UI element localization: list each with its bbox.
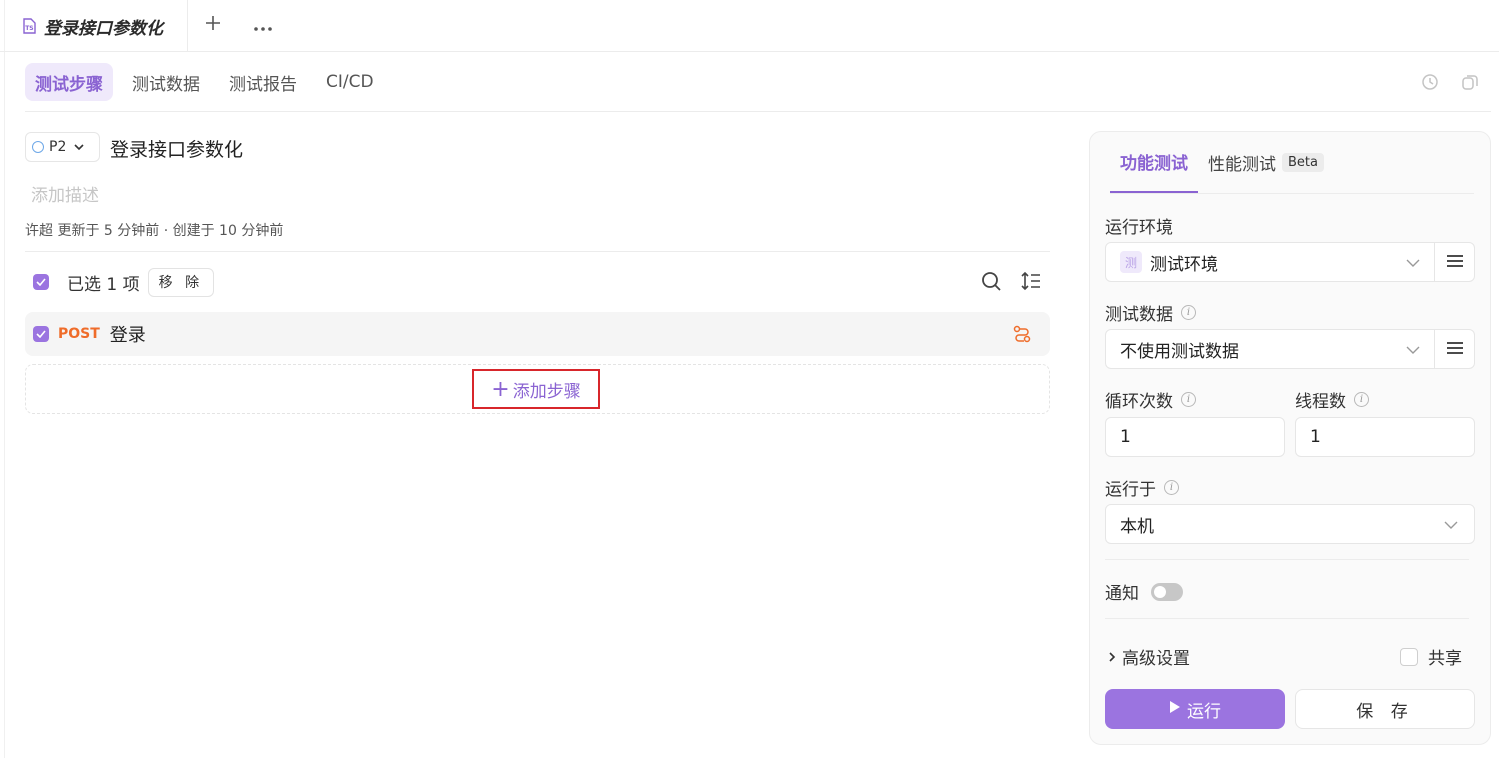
panel-divider	[1105, 559, 1469, 560]
ts-file-icon: TS	[20, 17, 38, 35]
info-icon: i	[1181, 392, 1196, 407]
priority-dot-icon	[32, 141, 44, 153]
chevron-down-icon	[1406, 339, 1420, 359]
file-tab[interactable]: TS 登录接口参数化	[10, 0, 188, 52]
play-icon	[1169, 699, 1181, 719]
add-step-label: 添加步骤	[512, 381, 581, 402]
info-icon: i	[1354, 392, 1369, 407]
test-data-menu-button[interactable]	[1434, 330, 1474, 368]
case-title[interactable]: 登录接口参数化	[110, 135, 243, 162]
more-button[interactable]	[250, 12, 276, 38]
test-data-value: 不使用测试数据	[1120, 341, 1239, 362]
plus-icon	[204, 13, 222, 38]
run-on-select[interactable]: 本机	[1105, 504, 1475, 544]
beta-badge: Beta	[1282, 152, 1324, 172]
env-value: 测试环境	[1150, 254, 1218, 275]
env-select[interactable]: 测 测试环境	[1105, 242, 1475, 282]
share-checkbox[interactable]	[1400, 647, 1418, 666]
info-icon: i	[1164, 480, 1179, 495]
loops-input[interactable]: 1	[1105, 417, 1285, 457]
meta-divider	[25, 251, 1050, 252]
loops-value: 1	[1120, 427, 1131, 447]
api-link-icon[interactable]	[1012, 324, 1032, 348]
save-button[interactable]: 保 存	[1295, 689, 1475, 729]
chevron-down-icon	[1444, 514, 1458, 534]
remove-button[interactable]: 移 除	[147, 267, 215, 297]
selection-tools	[980, 270, 1042, 296]
case-meta: 许超 更新于 5 分钟前 · 创建于 10 分钟前	[25, 223, 284, 239]
tabs-divider	[25, 111, 1491, 112]
info-icon: i	[1181, 305, 1196, 320]
env-label: 运行环境	[1105, 218, 1173, 238]
panel-tabs: 功能测试 性能测试 Beta	[1110, 132, 1474, 194]
selection-count: 已选 1 项	[67, 274, 140, 295]
plus-icon: +	[491, 376, 510, 402]
tab-test-data[interactable]: 测试数据	[122, 63, 210, 101]
step-row[interactable]: POST 登录	[25, 312, 1050, 356]
share-option[interactable]: 共享	[1400, 644, 1462, 669]
history-icon[interactable]	[1420, 72, 1440, 92]
advanced-settings-label: 高级设置	[1122, 649, 1190, 669]
env-menu-button[interactable]	[1434, 243, 1474, 281]
priority-value: P2	[49, 139, 67, 155]
step-checkbox[interactable]	[33, 326, 49, 342]
run-on-value: 本机	[1120, 516, 1154, 537]
search-icon[interactable]	[980, 270, 1002, 296]
sort-icon[interactable]	[1020, 270, 1042, 296]
top-tab-bar: TS 登录接口参数化	[0, 0, 1499, 52]
tab-test-report[interactable]: 测试报告	[219, 63, 307, 101]
case-tabs: 测试步骤 测试数据 测试报告 CI/CD	[25, 63, 393, 101]
add-step-button[interactable]: + 添加步骤	[472, 369, 600, 409]
hamburger-icon	[1446, 339, 1463, 359]
threads-value: 1	[1310, 427, 1321, 447]
selection-bar: 已选 1 项 移 除	[25, 264, 1050, 300]
description-input[interactable]: 添加描述	[31, 181, 99, 206]
left-edge-rule	[4, 0, 5, 758]
priority-select[interactable]: P2	[25, 132, 100, 162]
run-on-label: 运行于 i	[1105, 475, 1179, 500]
copy-icon[interactable]	[1460, 72, 1480, 92]
run-label: 运行	[1187, 701, 1221, 722]
share-label: 共享	[1428, 649, 1462, 669]
threads-label: 线程数 i	[1295, 387, 1369, 412]
tab-functional-test[interactable]: 功能测试	[1110, 131, 1198, 193]
step-method: POST	[58, 326, 100, 342]
env-badge: 测	[1120, 251, 1142, 273]
tab-cicd[interactable]: CI/CD	[316, 63, 384, 101]
test-data-select[interactable]: 不使用测试数据	[1105, 329, 1475, 369]
advanced-settings-toggle[interactable]: 高级设置	[1105, 644, 1190, 669]
panel-divider	[1105, 618, 1469, 619]
notify-row: 通知	[1105, 579, 1183, 604]
threads-input[interactable]: 1	[1295, 417, 1475, 457]
test-data-label: 测试数据 i	[1105, 300, 1196, 325]
svg-text:TS: TS	[25, 25, 33, 32]
loops-label: 循环次数 i	[1105, 387, 1196, 412]
tab-test-steps[interactable]: 测试步骤	[25, 63, 113, 101]
more-horizontal-icon	[253, 13, 273, 38]
tab-performance-test[interactable]: 性能测试 Beta	[1198, 131, 1334, 193]
chevron-down-icon	[1406, 252, 1420, 272]
file-tab-title: 登录接口参数化	[44, 18, 163, 39]
select-all-checkbox[interactable]	[33, 274, 49, 290]
chevron-right-icon	[1109, 647, 1116, 667]
run-button[interactable]: 运行	[1105, 689, 1285, 729]
new-tab-button[interactable]	[200, 12, 226, 38]
performance-test-label: 性能测试	[1208, 154, 1276, 175]
chevron-down-icon	[74, 141, 84, 154]
notify-label: 通知	[1105, 584, 1139, 604]
step-name: 登录	[109, 325, 146, 346]
run-config-panel: 功能测试 性能测试 Beta 运行环境 测 测试环境 测试数据 i 不使用测试数据	[1089, 131, 1491, 745]
hamburger-icon	[1446, 252, 1463, 272]
notify-toggle[interactable]	[1151, 582, 1183, 601]
